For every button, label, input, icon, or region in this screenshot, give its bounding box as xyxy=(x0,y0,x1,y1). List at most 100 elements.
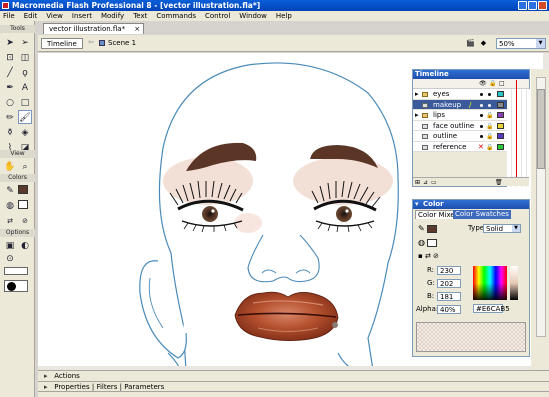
menu-window[interactable]: Window xyxy=(239,11,267,21)
expand-arrow-icon[interactable]: ▸ xyxy=(415,89,419,99)
collapse-arrow-icon[interactable]: ▾ xyxy=(415,200,419,209)
fill-color-swatch[interactable] xyxy=(18,200,28,209)
lock-icon[interactable]: 🔒 xyxy=(486,122,493,132)
menu-edit[interactable]: Edit xyxy=(24,11,38,21)
visible-dot-icon[interactable] xyxy=(480,103,483,107)
lock-dot-icon[interactable] xyxy=(488,103,491,107)
layer-color-swatch[interactable] xyxy=(497,133,504,139)
brush-mode-icon[interactable]: ◐ xyxy=(18,238,32,252)
alpha-input[interactable]: 40% xyxy=(437,305,461,314)
visible-dot-icon[interactable] xyxy=(480,93,483,96)
fill-transform-tool-icon[interactable]: ◫ xyxy=(18,50,32,64)
layer-color-swatch[interactable] xyxy=(497,101,504,108)
delete-layer-icon[interactable]: 🗑 xyxy=(495,179,503,186)
menu-file[interactable]: File xyxy=(3,11,15,21)
visible-dot-icon[interactable] xyxy=(480,135,483,138)
lock-icon[interactable]: 🔒 xyxy=(486,111,493,121)
visible-dot-icon[interactable] xyxy=(480,124,483,128)
lock-icon[interactable]: 🔒 xyxy=(486,132,493,142)
lock-icon[interactable]: 🔒 xyxy=(486,143,493,153)
no-color-icon[interactable]: ⊘ xyxy=(18,213,32,227)
menu-commands[interactable]: Commands xyxy=(156,11,196,21)
playhead[interactable] xyxy=(516,80,517,186)
close-button[interactable] xyxy=(538,1,547,10)
hand-tool-icon[interactable]: ✋ xyxy=(3,159,17,173)
color-tool-icons[interactable]: ▪ ⇄ ⊘ xyxy=(418,252,439,261)
ink-bottle-tool-icon[interactable]: ⚱ xyxy=(3,125,17,139)
green-input[interactable]: 202 xyxy=(437,279,461,288)
edit-symbols-icon[interactable]: ◆ xyxy=(479,39,488,48)
color-preview xyxy=(416,322,526,352)
fill-color-swatch[interactable] xyxy=(427,239,437,247)
maximize-button[interactable] xyxy=(528,1,537,10)
menu-view[interactable]: View xyxy=(46,11,63,21)
oval-tool-icon[interactable]: ○ xyxy=(3,95,17,109)
pencil-tool-icon[interactable]: ✏ xyxy=(3,110,17,124)
arrow-tool-icon[interactable]: ➤ xyxy=(3,35,17,49)
minimize-button[interactable] xyxy=(518,1,527,10)
lasso-tool-icon[interactable]: ϙ xyxy=(18,65,32,79)
color-spectrum[interactable] xyxy=(473,266,507,300)
chevron-down-icon[interactable]: ▼ xyxy=(536,39,545,48)
menu-insert[interactable]: Insert xyxy=(72,11,92,21)
properties-tab[interactable]: Properties xyxy=(54,383,89,391)
layer-color-swatch[interactable] xyxy=(497,122,504,129)
actions-label: Actions xyxy=(54,372,80,380)
brush-tool-icon[interactable]: 🖌 xyxy=(18,110,32,124)
layer-color-swatch[interactable] xyxy=(497,143,504,150)
stroke-color-icon: ✎ xyxy=(6,186,14,196)
timeline-frames[interactable] xyxy=(507,89,530,187)
free-transform-tool-icon[interactable]: ⊡ xyxy=(3,50,17,64)
hidden-x-icon[interactable]: ✕ xyxy=(478,142,484,152)
timeline-button[interactable]: Timeline xyxy=(41,38,83,49)
edit-scene-icon[interactable]: 🎬 xyxy=(466,39,475,48)
eye-icon[interactable]: 👁 xyxy=(479,80,487,87)
tab-color-swatches[interactable]: Color Swatches xyxy=(453,210,511,219)
hex-input[interactable]: #E6CAB5 xyxy=(473,304,510,313)
subselect-tool-icon[interactable]: ➢ xyxy=(18,35,32,49)
brightness-slider[interactable] xyxy=(510,266,518,300)
type-select[interactable]: Solid ▼ xyxy=(483,224,521,233)
document-tab[interactable]: vector illustration.fla* × xyxy=(43,23,145,34)
menu-text[interactable]: Text xyxy=(133,11,147,21)
pen-tool-icon[interactable]: ✒ xyxy=(3,80,17,94)
paint-bucket-tool-icon[interactable]: ◈ xyxy=(18,125,32,139)
close-tab-icon[interactable]: × xyxy=(134,24,140,34)
actions-panel-header[interactable]: ▸ Actions xyxy=(38,370,549,381)
swap-colors-icon[interactable]: ⇄ xyxy=(3,213,17,227)
panel-scrollbar-thumb[interactable] xyxy=(537,89,545,169)
stroke-color-swatch[interactable] xyxy=(427,225,437,233)
expand-arrow-icon[interactable]: ▸ xyxy=(44,382,52,392)
lock-dot-icon[interactable] xyxy=(488,93,491,96)
expand-arrow-icon[interactable]: ▸ xyxy=(415,110,419,120)
menu-modify[interactable]: Modify xyxy=(101,11,124,21)
layer-color-swatch[interactable] xyxy=(497,91,504,97)
layer-color-swatch[interactable] xyxy=(497,112,504,118)
line-tool-icon[interactable]: ╱ xyxy=(3,65,17,79)
visible-dot-icon[interactable] xyxy=(480,114,483,117)
lock-fill-icon[interactable]: ⊙ xyxy=(3,251,17,265)
zoom-select[interactable]: 50% ▼ xyxy=(496,38,546,49)
brush-size-select[interactable] xyxy=(4,267,28,275)
stroke-color-swatch[interactable] xyxy=(18,185,28,194)
blue-value: 181 xyxy=(440,293,454,301)
filters-tab[interactable]: Filters xyxy=(96,383,117,391)
chevron-down-icon[interactable]: ▼ xyxy=(512,225,520,232)
outline-icon[interactable]: □ xyxy=(499,80,505,87)
brush-shape-select[interactable] xyxy=(4,280,28,292)
blue-input[interactable]: 181 xyxy=(437,292,461,301)
add-guide-layer-icon[interactable]: ⊿ xyxy=(423,179,428,186)
back-arrow-icon[interactable]: ⇦ xyxy=(88,38,94,46)
insert-layer-icon[interactable]: ⊞ xyxy=(415,179,420,186)
parameters-tab[interactable]: Parameters xyxy=(124,383,164,391)
menu-control[interactable]: Control xyxy=(205,11,230,21)
insert-folder-icon[interactable]: ▭ xyxy=(431,179,437,186)
rectangle-tool-icon[interactable]: □ xyxy=(18,95,32,109)
text-tool-icon[interactable]: A xyxy=(18,80,32,94)
object-drawing-icon[interactable]: ▣ xyxy=(3,238,17,252)
zoom-tool-icon[interactable]: ⌕ xyxy=(18,159,32,173)
red-input[interactable]: 230 xyxy=(437,266,461,275)
lock-icon[interactable]: 🔒 xyxy=(489,80,496,87)
scene-label[interactable]: Scene 1 xyxy=(108,39,136,48)
menu-help[interactable]: Help xyxy=(276,11,292,21)
